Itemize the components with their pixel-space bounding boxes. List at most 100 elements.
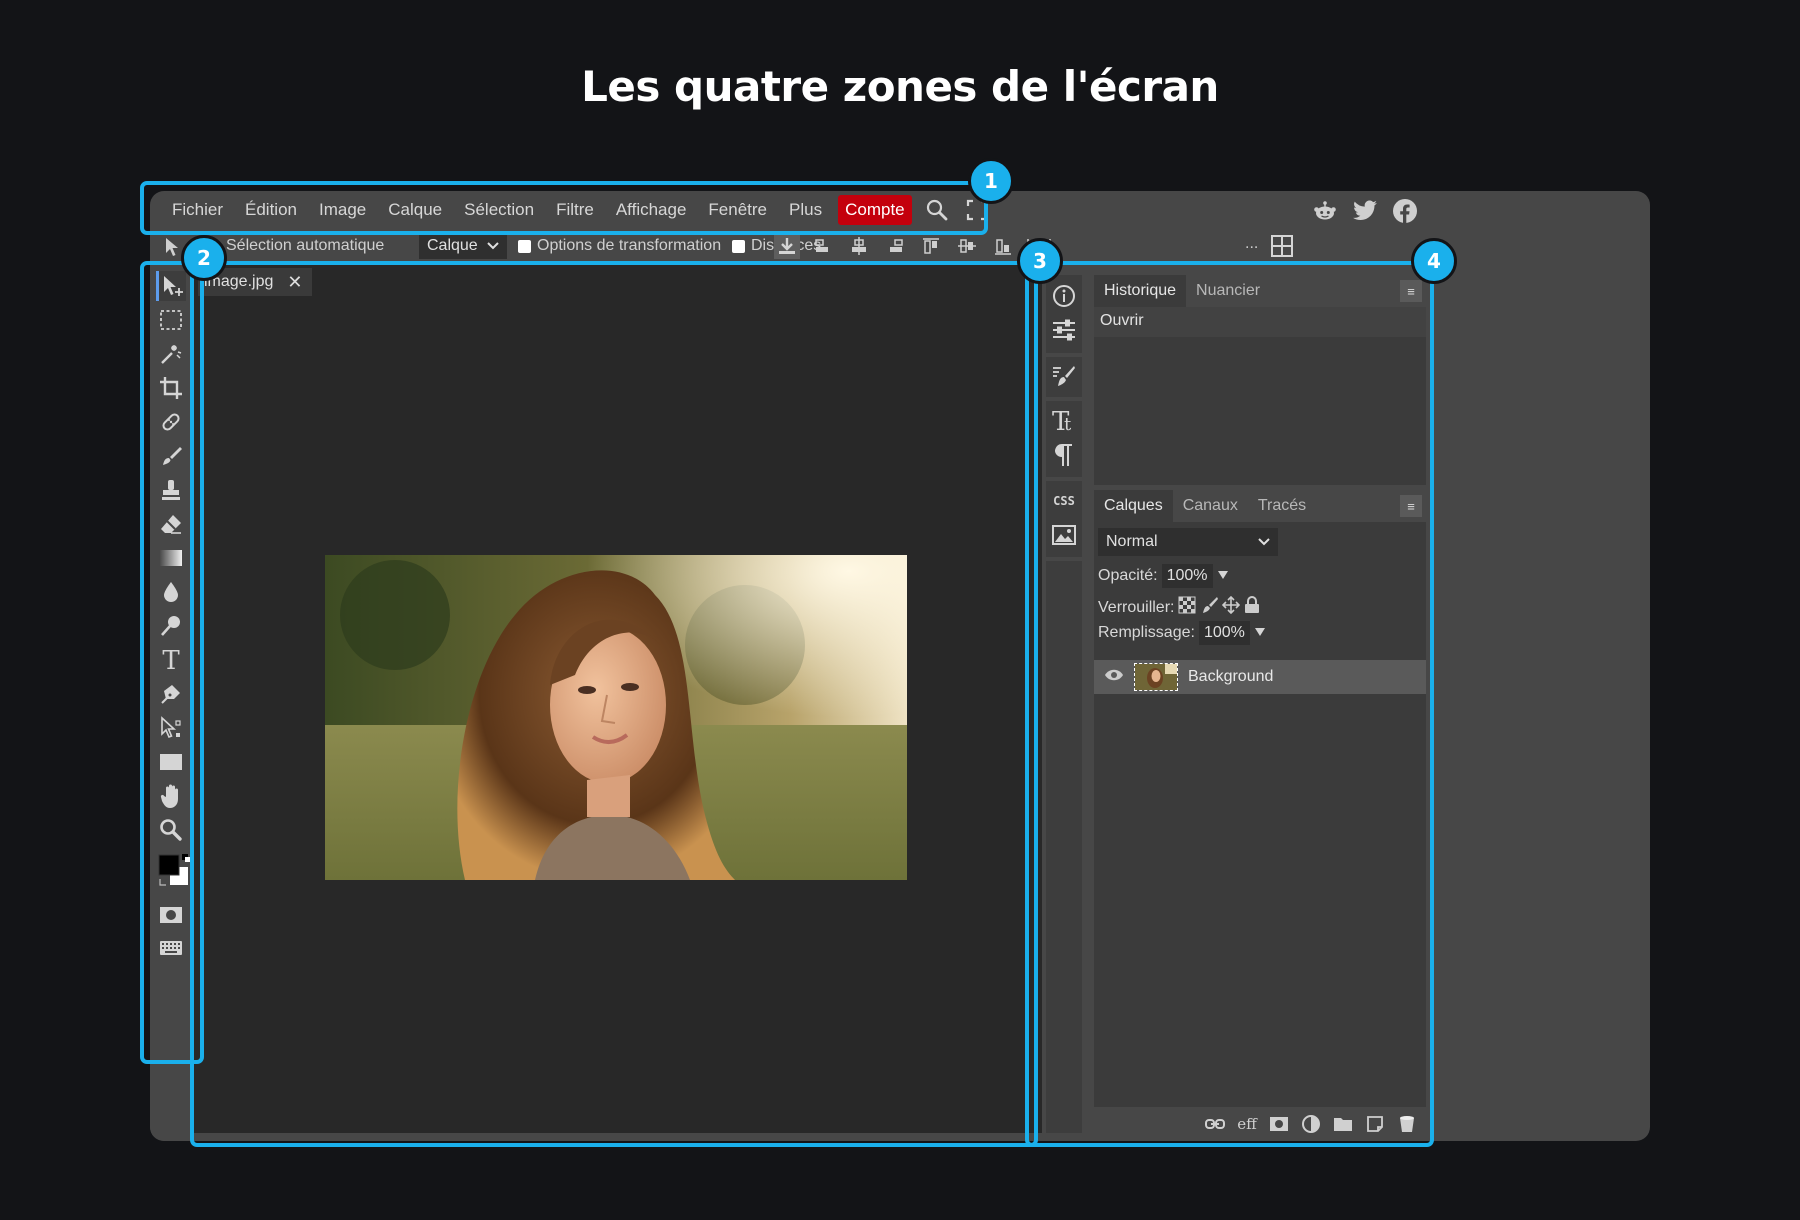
rectangle-tool-icon[interactable] xyxy=(156,747,186,777)
character-icon[interactable]: Tt xyxy=(1049,405,1079,435)
align-middle-icon[interactable] xyxy=(954,233,980,259)
tab-swatches[interactable]: Nuancier xyxy=(1186,275,1270,307)
brush-settings-icon[interactable] xyxy=(1049,361,1079,391)
eraser-tool-icon[interactable] xyxy=(156,509,186,539)
tab-paths[interactable]: Tracés xyxy=(1248,490,1316,522)
adjustments-icon[interactable] xyxy=(1049,315,1079,345)
photo-editor-window: Fichier Édition Image Calque Sélection F… xyxy=(150,191,1650,1141)
link-layers-icon[interactable] xyxy=(1204,1113,1226,1135)
twitter-icon[interactable] xyxy=(1352,198,1378,224)
icon-bar-divider xyxy=(1046,397,1082,401)
type-tool-icon[interactable]: T xyxy=(156,645,186,675)
brush-tool-icon[interactable] xyxy=(156,441,186,471)
zoom-tool-icon[interactable] xyxy=(156,815,186,845)
menu-filter[interactable]: Filtre xyxy=(545,195,605,225)
layer-effects-icon[interactable]: eff xyxy=(1236,1113,1258,1135)
pen-tool-icon[interactable] xyxy=(156,679,186,709)
crop-tool-icon[interactable] xyxy=(156,373,186,403)
more-options[interactable]: ... xyxy=(1245,235,1258,253)
transform-options-toggle[interactable]: Options de transformation xyxy=(518,237,721,255)
triangle-down-icon[interactable] xyxy=(1217,567,1229,585)
panel-icon-bar: Tt CSS xyxy=(1042,263,1086,1141)
menu-layer[interactable]: Calque xyxy=(377,195,453,225)
hand-tool-icon[interactable] xyxy=(156,781,186,811)
document-image[interactable] xyxy=(325,555,907,880)
tab-history[interactable]: Historique xyxy=(1094,275,1187,307)
align-top-icon[interactable] xyxy=(918,233,944,259)
image-icon[interactable] xyxy=(1049,520,1079,550)
paragraph-icon[interactable] xyxy=(1049,440,1079,470)
align-bottom-icon[interactable] xyxy=(990,233,1016,259)
distances-checkbox[interactable] xyxy=(732,239,745,253)
lock-all-icon[interactable] xyxy=(1244,596,1260,619)
auto-select-target-dropdown[interactable]: Calque xyxy=(419,233,507,259)
quick-mask-icon[interactable] xyxy=(156,900,186,930)
menu-bar: Fichier Édition Image Calque Sélection F… xyxy=(150,191,1650,229)
close-icon[interactable]: ✕ xyxy=(287,272,302,293)
lock-label: Verrouiller: xyxy=(1098,598,1175,616)
menu-select[interactable]: Sélection xyxy=(453,195,545,225)
menu-file[interactable]: Fichier xyxy=(161,195,234,225)
menu-window[interactable]: Fenêtre xyxy=(697,195,778,225)
icon-bar-divider xyxy=(1046,477,1082,481)
layers-panel-menu-icon[interactable]: ≡ xyxy=(1400,495,1422,517)
move-tool-icon[interactable] xyxy=(156,271,186,301)
chevron-down-icon xyxy=(1258,533,1270,551)
document-workspace[interactable]: image.jpg ✕ xyxy=(194,263,1060,1133)
keyboard-icon[interactable] xyxy=(156,933,186,963)
menu-view[interactable]: Affichage xyxy=(605,195,698,225)
layer-row-background[interactable]: Background xyxy=(1094,660,1426,694)
align-center-icon[interactable] xyxy=(846,233,872,259)
path-select-icon[interactable] xyxy=(156,713,186,743)
history-item[interactable]: Ouvrir xyxy=(1094,307,1426,337)
transform-options-checkbox[interactable] xyxy=(518,239,531,253)
css-icon[interactable]: CSS xyxy=(1049,486,1079,516)
new-layer-icon[interactable] xyxy=(1364,1113,1386,1135)
download-icon[interactable] xyxy=(774,233,800,259)
menu-more[interactable]: Plus xyxy=(778,195,833,225)
color-swatches-icon[interactable] xyxy=(156,851,192,891)
layer-thumbnail xyxy=(1134,663,1178,691)
menu-edit[interactable]: Édition xyxy=(234,195,308,225)
zone-badge-4: 4 xyxy=(1411,238,1457,284)
eye-icon[interactable] xyxy=(1104,668,1124,687)
grid-layout-icon[interactable] xyxy=(1270,234,1294,263)
page-title: Les quatre zones de l'écran xyxy=(581,62,1219,111)
lock-controls: Verrouiller: xyxy=(1098,595,1260,619)
tab-channels[interactable]: Canaux xyxy=(1173,490,1248,522)
opacity-input[interactable]: 100% xyxy=(1161,564,1213,588)
auto-select-label[interactable]: Sélection automatique xyxy=(226,237,384,255)
history-panel-menu-icon[interactable]: ≡ xyxy=(1400,280,1422,302)
blur-tool-icon[interactable] xyxy=(156,577,186,607)
lock-pixels-brush-icon[interactable] xyxy=(1200,596,1219,619)
auto-select-target-value: Calque xyxy=(427,237,478,254)
clone-stamp-icon[interactable] xyxy=(156,475,186,505)
magic-wand-icon[interactable] xyxy=(156,339,186,369)
healing-brush-icon[interactable] xyxy=(156,407,186,437)
move-tool-indicator-icon xyxy=(164,237,182,262)
blend-mode-select[interactable]: Normal xyxy=(1098,528,1278,556)
reddit-icon[interactable] xyxy=(1312,198,1338,224)
account-button[interactable]: Compte xyxy=(838,195,912,225)
add-mask-icon[interactable] xyxy=(1268,1113,1290,1135)
folder-icon[interactable] xyxy=(1332,1113,1354,1135)
lock-position-icon[interactable] xyxy=(1222,595,1241,619)
align-right-icon[interactable] xyxy=(882,233,908,259)
menu-image[interactable]: Image xyxy=(308,195,377,225)
blend-mode-value: Normal xyxy=(1106,533,1158,550)
layer-name: Background xyxy=(1188,668,1274,685)
svg-text:t: t xyxy=(1064,414,1072,435)
dodge-tool-icon[interactable] xyxy=(156,611,186,641)
fill-input[interactable]: 100% xyxy=(1198,621,1250,645)
info-icon[interactable] xyxy=(1049,281,1079,311)
lock-transparency-icon[interactable] xyxy=(1178,596,1196,619)
triangle-down-icon[interactable] xyxy=(1254,624,1266,642)
search-icon[interactable] xyxy=(922,195,952,225)
gradient-tool-icon[interactable] xyxy=(156,543,186,573)
tab-layers[interactable]: Calques xyxy=(1094,490,1173,522)
adjustment-layer-icon[interactable] xyxy=(1300,1113,1322,1135)
marquee-tool-icon[interactable] xyxy=(156,305,186,335)
facebook-icon[interactable] xyxy=(1392,198,1418,224)
trash-icon[interactable] xyxy=(1396,1113,1418,1135)
align-left-icon[interactable] xyxy=(810,233,836,259)
